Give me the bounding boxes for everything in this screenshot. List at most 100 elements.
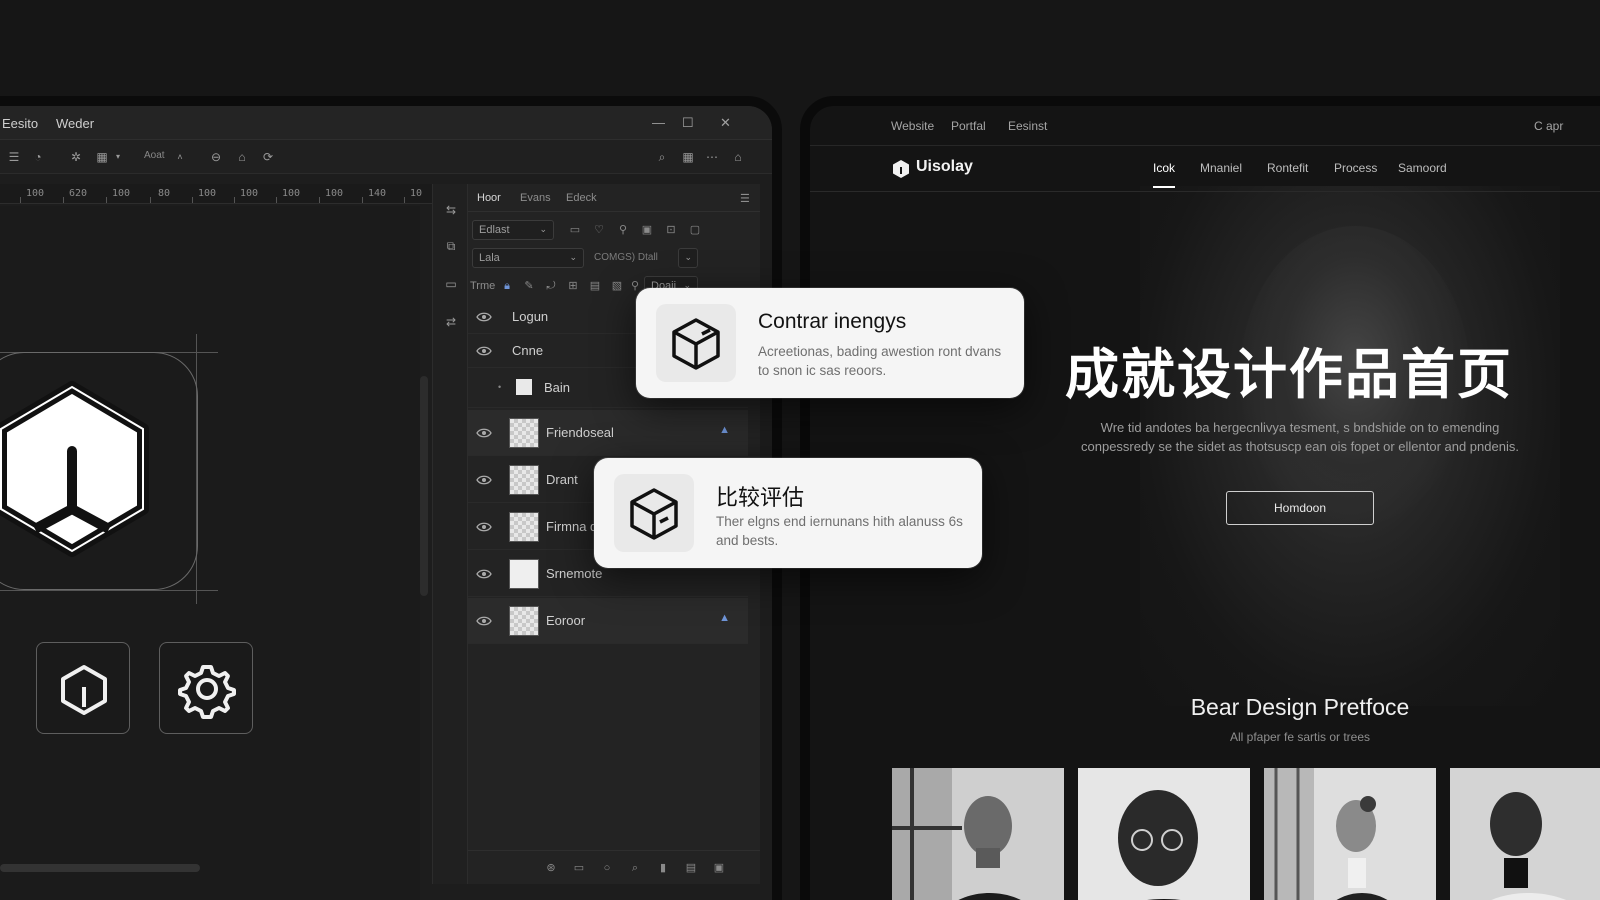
brush-icon[interactable]: ✎	[522, 279, 536, 293]
layer-name: Cnne	[512, 343, 544, 358]
portrait-image	[1264, 768, 1436, 900]
home-icon[interactable]: ⌂	[234, 149, 250, 165]
grid-icon[interactable]: ▦	[680, 149, 696, 165]
portfolio-photo[interactable]	[892, 768, 1064, 900]
layer-name: Drant	[546, 472, 578, 487]
minimize-icon[interactable]: —	[652, 115, 665, 130]
nav-link-samoord[interactable]: Samoord	[1398, 161, 1447, 175]
topbar-link[interactable]: Eesinst	[1008, 119, 1047, 133]
blend-mode-dropdown[interactable]: Edlast ⌄	[472, 220, 554, 240]
eye-icon[interactable]	[476, 309, 492, 325]
ruler-tick: 100	[198, 188, 217, 199]
frame-tool-icon[interactable]: ▭	[443, 276, 459, 292]
eye-icon[interactable]	[476, 613, 492, 629]
settings-icon-tile[interactable]	[159, 642, 253, 734]
transform-tool-icon[interactable]: ⇆	[443, 202, 459, 218]
active-nav-indicator	[1153, 186, 1175, 188]
expand-icon[interactable]: •	[498, 382, 501, 392]
settings-icon[interactable]: ✲	[68, 149, 84, 165]
crop-tool-icon[interactable]: ⧉	[443, 238, 459, 254]
new-layer-icon[interactable]: ▤	[684, 861, 698, 875]
menu-icon[interactable]: ☰	[6, 149, 22, 165]
clipboard-icon[interactable]: ▢	[688, 223, 702, 237]
app-icon-artwork[interactable]	[0, 352, 198, 590]
search-icon[interactable]: ⌕	[654, 149, 670, 165]
layer-row[interactable]: Eoroor ▲	[468, 598, 748, 644]
search-icon[interactable]: ⌕	[628, 861, 642, 875]
folder-icon[interactable]: ▮	[656, 861, 670, 875]
fx-icon[interactable]: ⊛	[544, 861, 558, 875]
undo-icon[interactable]: ⊖	[208, 149, 224, 165]
trash-icon[interactable]: ▣	[712, 861, 726, 875]
lock-icon[interactable]: 🔒︎	[500, 279, 514, 293]
topbar-right-link[interactable]: C apr	[1534, 119, 1563, 133]
layout-icon[interactable]: ▦	[94, 149, 110, 165]
portfolio-photo[interactable]	[1078, 768, 1250, 900]
portfolio-photo[interactable]	[1264, 768, 1436, 900]
swap-tool-icon[interactable]: ⇄	[443, 314, 459, 330]
layer-style-icon[interactable]: ▣	[640, 223, 654, 237]
close-icon[interactable]: ✕	[720, 115, 731, 131]
tab-hoor[interactable]: Hoor	[477, 192, 501, 204]
mask-icon[interactable]: ▭	[572, 861, 586, 875]
cube-outline-icon	[61, 665, 107, 715]
layer-name: Bain	[544, 380, 571, 395]
chevron-down-icon[interactable]: ▾	[110, 149, 126, 165]
box-icon	[672, 318, 720, 370]
eye-icon[interactable]	[476, 566, 492, 582]
canvas-vertical-scrollbar[interactable]	[420, 376, 428, 596]
eye-icon[interactable]	[476, 343, 492, 359]
nav-link-rontefit[interactable]: Rontefit	[1267, 161, 1308, 175]
plus-box-icon[interactable]: ⊞	[566, 279, 580, 293]
shape-icon[interactable]: ♡	[592, 223, 606, 237]
portfolio-photo[interactable]	[1450, 768, 1600, 900]
maximize-icon[interactable]: ☐	[682, 115, 694, 131]
layer-row[interactable]: Friendoseal ▲	[468, 410, 748, 456]
circle-icon[interactable]: ○	[600, 861, 614, 875]
nav-link-mnaniel[interactable]: Mnaniel	[1200, 161, 1242, 175]
lock-icon[interactable]: ⚲	[616, 223, 630, 237]
panel-menu-icon[interactable]: ☰	[740, 192, 750, 205]
eye-icon[interactable]	[476, 472, 492, 488]
layer-name: Friendoseal	[546, 425, 614, 440]
more-icon[interactable]: ⋯	[704, 149, 720, 165]
tab-edeck[interactable]: Edeck	[566, 192, 597, 204]
nav-link-icok[interactable]: Icok	[1153, 161, 1175, 175]
chevron-up-icon[interactable]: ˄	[172, 149, 188, 165]
transform-icon[interactable]: ⟳	[260, 149, 276, 165]
eye-icon[interactable]	[476, 425, 492, 441]
topbar-link[interactable]: Website	[891, 119, 934, 133]
ruler-tick: 620	[69, 188, 88, 199]
canvas-horizontal-scrollbar[interactable]	[0, 864, 200, 872]
layer-thumbnail	[509, 512, 539, 542]
section-subtitle: All pfaper fe sartis or trees	[1229, 730, 1371, 744]
card-title: 比较评估	[716, 486, 805, 511]
bell-icon[interactable]: ◔	[30, 149, 46, 165]
brand-name[interactable]: Uisolay	[916, 158, 973, 176]
layer-thumbnail	[509, 465, 539, 495]
lock-label: Trme	[470, 280, 496, 292]
house-icon[interactable]: ⌂	[730, 149, 746, 165]
mask-icon[interactable]: ▧	[610, 279, 624, 293]
feature-card-1[interactable]: Contrar inengys Acreetionas, bading awes…	[636, 288, 1024, 398]
artboard-icon[interactable]: ▤	[588, 279, 602, 293]
artboard-canvas[interactable]	[0, 206, 420, 900]
nav-link-process[interactable]: Process	[1334, 161, 1377, 175]
rect-icon[interactable]: ▭	[568, 223, 582, 237]
user-icon: ▲	[719, 424, 730, 436]
cube-icon-tile[interactable]	[36, 642, 130, 734]
hero-cta-button[interactable]: Homdoon	[1226, 491, 1374, 525]
opacity-dropdown[interactable]: Lala ⌄	[472, 248, 584, 268]
link-icon[interactable]: ⤾	[544, 279, 558, 293]
eye-icon[interactable]	[476, 519, 492, 535]
topbar-link[interactable]: Portfal	[951, 119, 986, 133]
user-icon: ▲	[719, 612, 730, 624]
feature-card-2[interactable]: 比较评估 Ther elgns end iernunans hith alanu…	[594, 458, 982, 568]
ruler-tick: 10	[410, 188, 423, 199]
hero-title: 成就设计作品首页	[1065, 343, 1513, 406]
link-icon[interactable]: ⊡	[664, 223, 678, 237]
card-body: Acreetionas, bading awestion ront dvans …	[758, 344, 1002, 378]
toolbar-dropdown[interactable]: Aoat	[144, 150, 165, 161]
tab-evans[interactable]: Evans	[520, 192, 551, 204]
opacity-menu-dropdown[interactable]: ⌄	[678, 248, 698, 268]
